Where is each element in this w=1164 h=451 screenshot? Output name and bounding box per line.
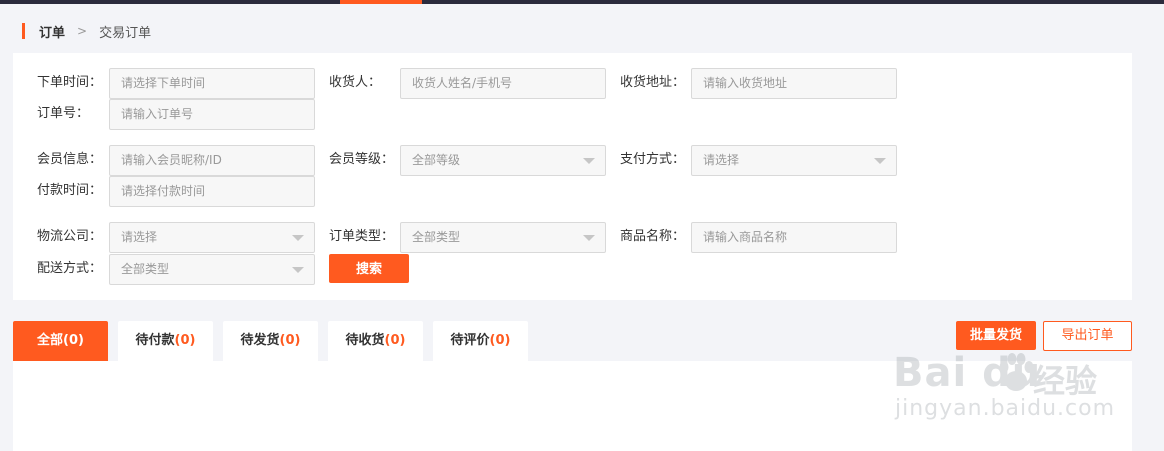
tab-label: 待收货 (345, 333, 385, 348)
delivery-value: 全部类型 (121, 262, 170, 276)
breadcrumb-trade-orders: 交易订单 (99, 25, 152, 41)
pay-time-label: 付款时间： (37, 183, 103, 198)
export-orders-button[interactable]: 导出订单 (1043, 321, 1132, 351)
receiver-field[interactable]: 收货人姓名/手机号 (400, 68, 606, 99)
tab-count: (0) (63, 333, 84, 348)
tab-pending-receipt[interactable]: 待收货(0) (328, 321, 423, 361)
logistics-value: 请选择 (121, 230, 158, 244)
tab-label: 待发货 (240, 333, 280, 348)
batch-ship-button[interactable]: 批量发货 (956, 321, 1036, 350)
breadcrumb-separator: > (77, 24, 88, 38)
member-level-value: 全部等级 (412, 153, 461, 167)
delivery-select[interactable]: 全部类型 (109, 254, 315, 285)
pay-time-field[interactable]: 请选择付款时间 (109, 176, 315, 207)
tab-count: (0) (279, 333, 301, 348)
pay-method-value: 请选择 (703, 153, 740, 167)
breadcrumb: 订单 > 交易订单 (22, 20, 151, 42)
chevron-down-icon (583, 235, 595, 241)
top-bar-active-indicator (340, 0, 422, 4)
breadcrumb-orders[interactable]: 订单 (39, 22, 65, 41)
chevron-down-icon (292, 235, 304, 241)
tab-count: (0) (174, 333, 196, 348)
tab-pending-shipment[interactable]: 待发货(0) (223, 321, 318, 361)
member-info-field[interactable]: 请输入会员昵称/ID (109, 145, 315, 176)
order-time-label: 下单时间： (37, 75, 103, 90)
product-name-label: 商品名称： (620, 229, 686, 244)
top-bar (0, 0, 1164, 4)
order-no-label: 订单号： (37, 106, 90, 121)
order-type-value: 全部类型 (412, 230, 461, 244)
tab-label: 全部 (37, 333, 64, 348)
tab-count: (0) (384, 333, 406, 348)
search-button[interactable]: 搜索 (329, 254, 409, 283)
order-type-label: 订单类型： (329, 229, 395, 244)
order-type-select[interactable]: 全部类型 (400, 222, 606, 253)
product-name-field[interactable]: 请输入商品名称 (691, 222, 897, 253)
filter-panel: 下单时间： 请选择下单时间 收货人： 收货人姓名/手机号 收货地址： 请输入收货… (13, 53, 1132, 300)
chevron-down-icon (874, 158, 886, 164)
receiver-label: 收货人： (329, 75, 382, 90)
breadcrumb-accent-bar (22, 23, 25, 39)
tab-all[interactable]: 全部(0) (13, 321, 108, 361)
tab-label: 待付款 (135, 333, 175, 348)
pay-method-label: 支付方式： (620, 152, 686, 167)
chevron-down-icon (583, 158, 595, 164)
paw-icon (999, 353, 1034, 391)
tab-count: (0) (489, 333, 511, 348)
member-level-label: 会员等级： (329, 152, 395, 167)
logistics-select[interactable]: 请选择 (109, 222, 315, 253)
tab-label: 待评价 (450, 333, 490, 348)
address-field[interactable]: 请输入收货地址 (691, 68, 897, 99)
tab-pending-payment[interactable]: 待付款(0) (118, 321, 213, 361)
watermark-url: jingyan.baidu.com (895, 396, 1116, 421)
member-info-label: 会员信息： (37, 152, 103, 167)
tab-pending-review[interactable]: 待评价(0) (433, 321, 528, 361)
order-time-field[interactable]: 请选择下单时间 (109, 68, 315, 99)
member-level-select[interactable]: 全部等级 (400, 145, 606, 176)
baidu-jingyan-watermark: Bai du 经验 jingyan.baidu.com (893, 350, 1116, 430)
pay-method-select[interactable]: 请选择 (691, 145, 897, 176)
order-no-field[interactable]: 请输入订单号 (109, 99, 315, 130)
delivery-label: 配送方式： (37, 261, 103, 276)
chevron-down-icon (292, 267, 304, 273)
address-label: 收货地址： (620, 75, 686, 90)
logistics-label: 物流公司： (37, 229, 103, 244)
